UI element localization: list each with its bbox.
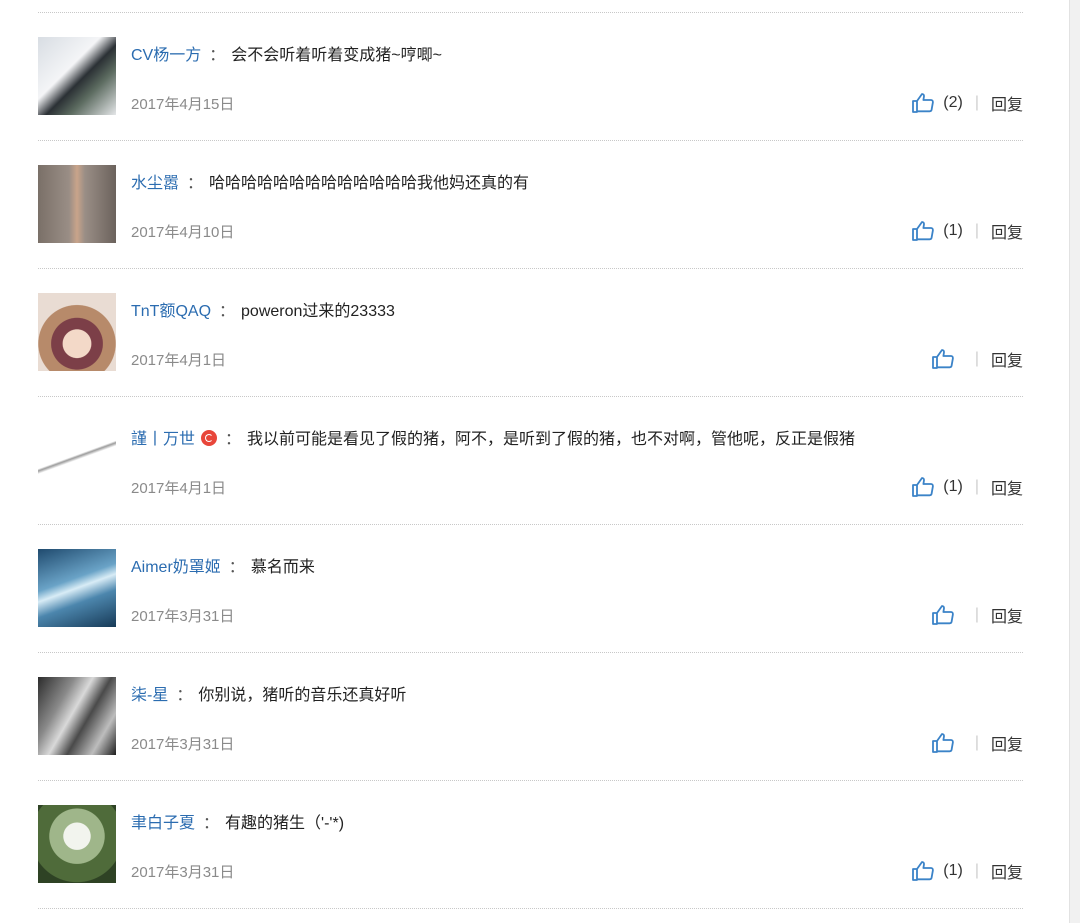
divider: |: [974, 862, 979, 879]
avatar[interactable]: [38, 549, 116, 627]
avatar[interactable]: [38, 293, 116, 371]
like-count: (1): [943, 222, 963, 239]
comment-date: 2017年3月31日: [131, 608, 235, 625]
comment-date: 2017年4月1日: [131, 480, 227, 497]
comment-actions: | 回复: [931, 603, 1023, 627]
comment-date: 2017年4月10日: [131, 224, 235, 241]
like-count: (1): [943, 478, 963, 495]
thumbs-up-icon[interactable]: [931, 604, 955, 626]
comment-actions: (1) | 回复: [911, 859, 1023, 883]
comment-username[interactable]: 水尘嚣: [131, 175, 179, 192]
like-count: (2): [943, 94, 963, 111]
comment-username[interactable]: Aimer奶罩姬: [131, 559, 221, 576]
comment-text: 你别说，猪听的音乐还真好听: [198, 687, 407, 704]
comment-item: Aimer奶罩姬 ： 慕名而来 2017年3月31日 | 回复: [38, 524, 1023, 652]
thumbs-up-icon[interactable]: [911, 220, 935, 242]
comment-line: 謹丨万世 ： 我以前可能是看见了假的猪，阿不，是听到了假的猪，也不对啊，管他呢，反正…: [131, 425, 1023, 449]
comment-item: TnT额QAQ ： poweron过来的23333 2017年4月1日 | 回复: [38, 268, 1023, 396]
comment-line: Aimer奶罩姬 ： 慕名而来: [131, 553, 1023, 577]
reply-button[interactable]: 回复: [991, 475, 1023, 499]
comment-text: poweron过来的23333: [241, 303, 395, 320]
avatar[interactable]: [38, 677, 116, 755]
comment-item: 柒-星 ： 你别说，猪听的音乐还真好听 2017年3月31日 | 回复: [38, 652, 1023, 780]
comment-actions: (2) | 回复: [911, 91, 1023, 115]
reply-button[interactable]: 回复: [991, 347, 1023, 371]
avatar[interactable]: [38, 37, 116, 115]
avatar[interactable]: [38, 805, 116, 883]
comment-actions: (1) | 回复: [911, 219, 1023, 243]
thumbs-up-icon[interactable]: [911, 860, 935, 882]
comment-date: 2017年4月15日: [131, 96, 235, 113]
divider: |: [974, 222, 979, 239]
user-badge-icon: [201, 430, 218, 446]
divider: |: [974, 606, 979, 623]
colon-separator: ：: [209, 47, 226, 64]
comment-text: 哈哈哈哈哈哈哈哈哈哈哈哈哈我他妈还真的有: [209, 175, 530, 192]
comment-text: 会不会听着听着变成猪~哼唧~: [231, 47, 442, 64]
comment-item: 聿白子夏 ： 有趣的猪生（'-'*) 2017年3月31日 (1) | 回复: [38, 780, 1023, 909]
thumbs-up-icon[interactable]: [911, 476, 935, 498]
reply-button[interactable]: 回复: [991, 603, 1023, 627]
reply-button[interactable]: 回复: [991, 219, 1023, 243]
comment-item: CV杨一方 ： 会不会听着听着变成猪~哼唧~ 2017年4月15日 (2) | 回复: [38, 12, 1023, 140]
comment-text: 我以前可能是看见了假的猪，阿不，是听到了假的猪，也不对啊，管他呢，反正是假猪: [247, 431, 856, 448]
avatar[interactable]: [38, 165, 116, 243]
like-count: (1): [943, 862, 963, 879]
divider: |: [974, 350, 979, 367]
comment-line: 聿白子夏 ： 有趣的猪生（'-'*): [131, 809, 1023, 833]
comment-item: 謹丨万世 ： 我以前可能是看见了假的猪，阿不，是听到了假的猪，也不对啊，管他呢，反正…: [38, 396, 1023, 524]
comment-item: 水尘嚣 ： 哈哈哈哈哈哈哈哈哈哈哈哈哈我他妈还真的有 2017年4月10日 (1) …: [38, 140, 1023, 268]
comment-actions: | 回复: [931, 731, 1023, 755]
scrollbar[interactable]: [1069, 0, 1080, 923]
comment-text: 有趣的猪生（'-'*): [225, 815, 345, 832]
comment-username[interactable]: 聿白子夏: [131, 815, 195, 832]
divider: |: [974, 478, 979, 495]
comment-text: 慕名而来: [250, 559, 315, 576]
comment-list: CV杨一方 ： 会不会听着听着变成猪~哼唧~ 2017年4月15日 (2) | 回复…: [38, 12, 1023, 909]
colon-separator: ：: [187, 175, 204, 192]
comment-username[interactable]: 謹丨万世: [131, 431, 195, 448]
comment-line: 水尘嚣 ： 哈哈哈哈哈哈哈哈哈哈哈哈哈我他妈还真的有: [131, 169, 1023, 193]
reply-button[interactable]: 回复: [991, 731, 1023, 755]
thumbs-up-icon[interactable]: [931, 348, 955, 370]
colon-separator: ：: [228, 559, 245, 576]
colon-separator: ：: [219, 303, 236, 320]
divider: |: [974, 94, 979, 111]
comment-date: 2017年4月1日: [131, 352, 227, 369]
colon-separator: ：: [176, 687, 193, 704]
comment-date: 2017年3月31日: [131, 736, 235, 753]
comment-date: 2017年3月31日: [131, 864, 235, 881]
comment-username[interactable]: 柒-星: [131, 687, 168, 704]
thumbs-up-icon[interactable]: [911, 92, 935, 114]
comment-actions: (1) | 回复: [911, 475, 1023, 499]
comment-username[interactable]: CV杨一方: [131, 47, 201, 64]
avatar[interactable]: [38, 421, 116, 499]
comment-actions: | 回复: [931, 347, 1023, 371]
colon-separator: ：: [225, 431, 242, 448]
reply-button[interactable]: 回复: [991, 859, 1023, 883]
divider: |: [974, 734, 979, 751]
colon-separator: ：: [203, 815, 220, 832]
comment-username[interactable]: TnT额QAQ: [131, 303, 211, 320]
thumbs-up-icon[interactable]: [931, 732, 955, 754]
comment-line: 柒-星 ： 你别说，猪听的音乐还真好听: [131, 681, 1023, 705]
comment-line: CV杨一方 ： 会不会听着听着变成猪~哼唧~: [131, 41, 1023, 65]
comment-line: TnT额QAQ ： poweron过来的23333: [131, 297, 1023, 321]
reply-button[interactable]: 回复: [991, 91, 1023, 115]
